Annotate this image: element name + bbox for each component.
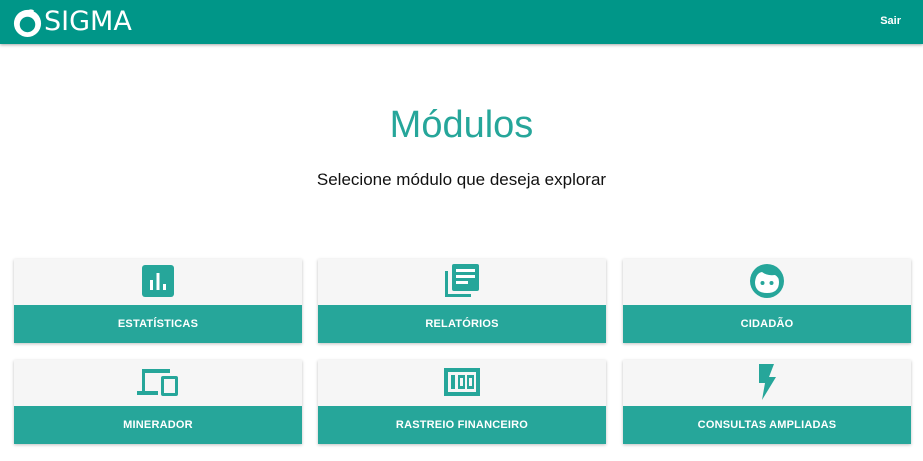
flash-icon: [759, 364, 776, 400]
module-card-rastreio-financeiro[interactable]: RASTREIO FINANCEIRO: [318, 360, 606, 444]
logout-link[interactable]: Sair: [880, 15, 901, 27]
module-card-estatisticas[interactable]: ESTATÍSTICAS: [14, 259, 302, 343]
newspaper-icon: [445, 264, 479, 297]
module-button-label[interactable]: ESTATÍSTICAS: [14, 305, 302, 343]
page-title: Módulos: [389, 104, 534, 146]
module-card-consultas-ampliadas[interactable]: CONSULTAS AMPLIADAS: [623, 360, 911, 444]
devices-icon: [137, 369, 178, 396]
module-button-label[interactable]: RELATÓRIOS: [318, 305, 606, 343]
module-button-label[interactable]: CIDADÃO: [623, 305, 911, 343]
logo-text: SIGMA: [44, 6, 132, 37]
module-card-relatorios[interactable]: RELATÓRIOS: [318, 259, 606, 343]
bar-chart-icon: [142, 265, 174, 297]
module-button-label[interactable]: MINERADOR: [14, 406, 302, 444]
module-button-label[interactable]: CONSULTAS AMPLIADAS: [623, 406, 911, 444]
logo-link[interactable]: SIGMA: [12, 6, 132, 38]
money-icon: [444, 368, 480, 396]
face-icon: [750, 264, 784, 298]
page-subtitle: Selecione módulo que deseja explorar: [316, 170, 607, 189]
top-navbar: SIGMA Sair: [0, 0, 923, 44]
apple-logo-icon: [13, 8, 42, 37]
module-card-cidadao[interactable]: CIDADÃO: [623, 259, 911, 343]
module-button-label[interactable]: RASTREIO FINANCEIRO: [318, 406, 606, 444]
module-card-minerador[interactable]: MINERADOR: [14, 360, 302, 444]
